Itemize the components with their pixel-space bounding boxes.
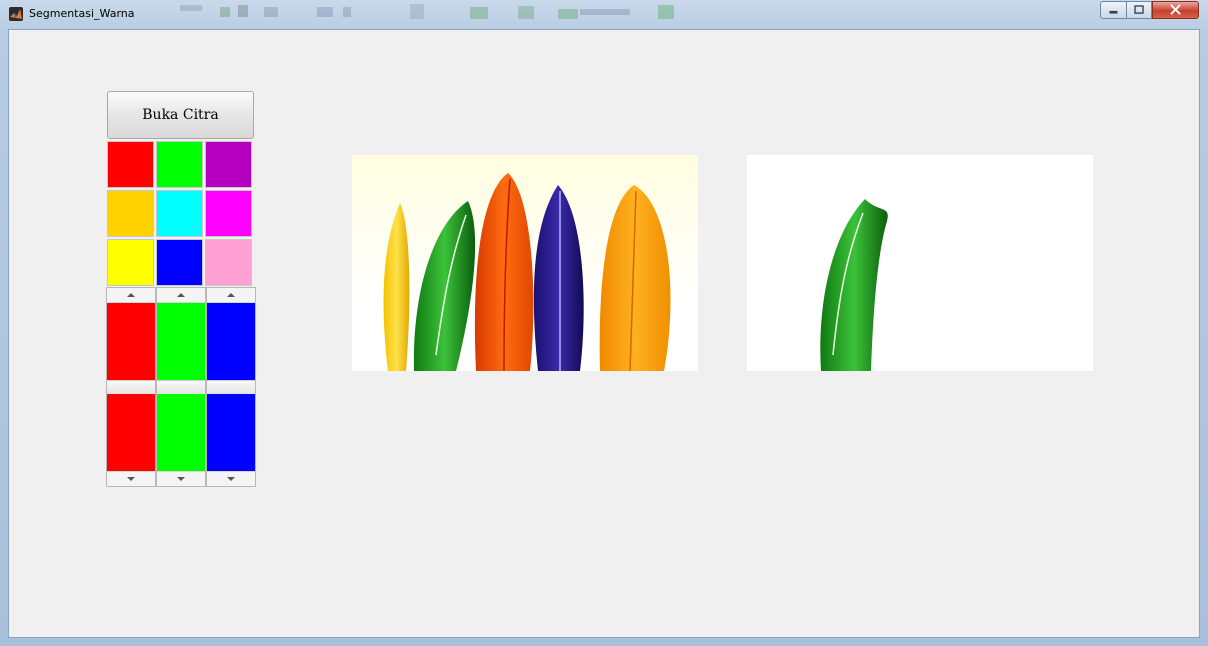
green-slider-down-button[interactable] [157,471,205,486]
blue-slider-down-button[interactable] [207,471,255,486]
swatch-red[interactable] [107,141,154,188]
figure-area: Buka Citra [8,29,1200,638]
arrow-down-icon [127,477,135,481]
maximize-button[interactable] [1126,1,1152,19]
arrow-up-icon [177,293,185,297]
swatch-magenta[interactable] [205,190,252,237]
blue-slider[interactable] [206,287,256,487]
open-image-button[interactable]: Buka Citra [107,91,254,139]
red-slider-track-upper[interactable] [107,303,155,380]
minimize-button[interactable] [1100,1,1127,19]
swatch-cyan[interactable] [156,190,203,237]
blue-slider-up-button[interactable] [207,288,255,303]
red-slider-track-lower[interactable] [107,394,155,472]
swatch-purple[interactable] [205,141,252,188]
title-bar[interactable]: Segmentasi_Warna [0,0,1208,28]
blue-slider-track-lower[interactable] [207,394,255,472]
arrow-down-icon [227,477,235,481]
green-slider-track-lower[interactable] [157,394,205,472]
swatch-yellow[interactable] [107,239,154,286]
application-window: Segmentasi_Warna Buka Citra [0,0,1208,646]
green-slider-up-button[interactable] [157,288,205,303]
blue-slider-track-upper[interactable] [207,303,255,380]
red-slider-down-button[interactable] [107,471,155,486]
toolbar-ghost-icon [180,4,578,19]
run-section-ghost-icon [580,5,674,19]
swatch-pink[interactable] [205,239,252,286]
segmented-image-axes [747,155,1093,371]
matlab-icon [9,7,23,21]
swatch-green[interactable] [156,141,203,188]
rgb-sliders [106,287,256,487]
red-slider-up-button[interactable] [107,288,155,303]
original-image-axes [352,155,698,371]
blue-slider-thumb[interactable] [207,380,255,395]
arrow-up-icon [227,293,235,297]
swatch-gold[interactable] [107,190,154,237]
feathers-original-image [383,173,671,371]
arrow-down-icon [177,477,185,481]
arrow-up-icon [127,293,135,297]
close-button[interactable] [1152,1,1199,19]
window-title: Segmentasi_Warna [29,7,135,20]
swatch-blue[interactable] [156,239,203,286]
green-slider-thumb[interactable] [157,380,205,395]
green-slider-track-upper[interactable] [157,303,205,380]
green-slider[interactable] [156,287,206,487]
red-slider-thumb[interactable] [107,380,155,395]
red-slider[interactable] [106,287,156,487]
feathers-segmented-image [820,199,888,371]
color-palette [107,141,254,288]
